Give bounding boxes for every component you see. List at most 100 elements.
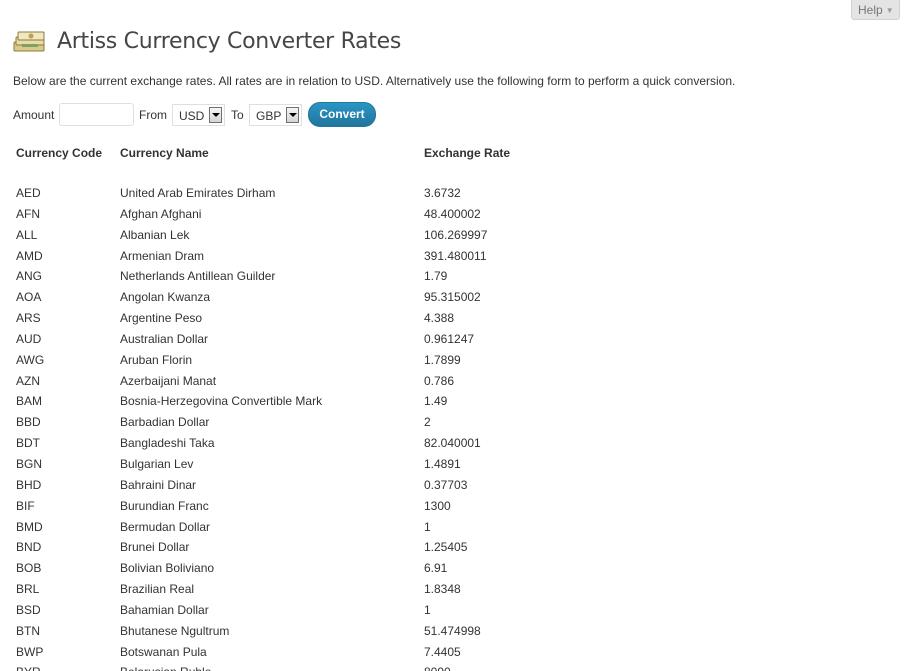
exchange-rate-cell: 1.25405 <box>424 540 468 555</box>
chevron-down-icon: ▼ <box>885 6 894 15</box>
currency-name-cell: Bulgarian Lev <box>120 456 194 471</box>
exchange-rate-cell: 1 <box>424 602 431 617</box>
table-row: AED United Arab Emirates Dirham 3.6732 <box>0 184 906 205</box>
currency-name-cell: Bermudan Dollar <box>120 519 211 534</box>
intro-text: Below are the current exchange rates. Al… <box>13 74 736 88</box>
currency-code-cell: BYR <box>16 664 41 671</box>
table-row: BSD Bahamian Dollar 1 <box>0 601 906 622</box>
currency-code-cell: AFN <box>16 206 40 221</box>
currency-name-cell: Brazilian Real <box>120 582 195 597</box>
exchange-rate-cell: 3.6732 <box>424 186 461 200</box>
amount-label: Amount <box>13 108 55 122</box>
table-row: ALL Albanian Lek 106.269997 <box>0 226 906 247</box>
exchange-rate-cell: 0.786 <box>424 373 455 388</box>
currency-code-cell: ANG <box>16 269 43 284</box>
currency-name-cell: Botswanan Pula <box>120 644 207 659</box>
from-currency-value: USD <box>179 109 205 123</box>
currency-code-cell: AED <box>16 186 41 200</box>
table-row: BND Brunei Dollar 1.25405 <box>0 538 906 559</box>
currency-name-cell: Argentine Peso <box>120 311 203 326</box>
exchange-rate-cell: 0.37703 <box>424 477 468 492</box>
currency-name-cell: Barbadian Dollar <box>120 415 210 430</box>
table-row: AFN Afghan Afghani 48.400002 <box>0 205 906 226</box>
column-header-code: Currency Code <box>16 146 103 160</box>
currency-name-cell: Belarusian Ruble <box>120 664 211 671</box>
currency-code-cell: BIF <box>16 498 35 513</box>
table-row: BOB Bolivian Boliviano 6.91 <box>0 559 906 580</box>
currency-code-cell: BHD <box>16 477 42 492</box>
to-currency-select[interactable]: GBP <box>249 104 302 126</box>
currency-name-cell: Armenian Dram <box>120 248 205 263</box>
currency-name-cell: Bhutanese Ngultrum <box>120 623 230 638</box>
table-row: ANG Netherlands Antillean Guilder 1.79 <box>0 267 906 288</box>
money-icon <box>13 31 45 52</box>
currency-code-cell: BWP <box>16 644 44 659</box>
table-row: BMD Bermudan Dollar 1 <box>0 518 906 539</box>
currency-code-cell: ARS <box>16 311 41 326</box>
page-title: Artiss Currency Converter Rates <box>57 29 402 54</box>
currency-name-cell: Brunei Dollar <box>120 540 190 555</box>
currency-name-cell: Bahraini Dinar <box>120 477 197 492</box>
currency-name-cell: Albanian Lek <box>120 227 190 242</box>
table-row: AWG Aruban Florin 1.7899 <box>0 351 906 372</box>
table-row: BGN Bulgarian Lev 1.4891 <box>0 455 906 476</box>
exchange-rate-cell: 1300 <box>424 498 451 513</box>
table-row: AOA Angolan Kwanza 95.315002 <box>0 288 906 309</box>
chevron-down-icon <box>209 107 222 123</box>
currency-code-cell: BOB <box>16 561 42 576</box>
table-row: BYR Belarusian Ruble 8090 <box>0 663 906 671</box>
chevron-down-icon <box>286 107 299 123</box>
help-tab[interactable]: Help ▼ <box>851 0 900 20</box>
currency-name-cell: United Arab Emirates Dirham <box>120 186 276 200</box>
from-label: From <box>139 108 167 122</box>
exchange-rate-cell: 1.4891 <box>424 456 461 471</box>
currency-code-cell: AOA <box>16 290 42 305</box>
exchange-rate-cell: 4.388 <box>424 311 455 326</box>
currency-code-cell: BSD <box>16 602 41 617</box>
exchange-rate-cell: 391.480011 <box>424 248 487 263</box>
currency-code-cell: BBD <box>16 415 41 430</box>
exchange-rate-cell: 106.269997 <box>424 227 488 242</box>
exchange-rate-cell: 2 <box>424 415 431 430</box>
exchange-rate-cell: 51.474998 <box>424 623 481 638</box>
currency-code-cell: AUD <box>16 331 42 346</box>
amount-input[interactable] <box>59 103 134 126</box>
currency-name-cell: Azerbaijani Manat <box>120 373 217 388</box>
from-currency-select[interactable]: USD <box>172 104 225 126</box>
help-label: Help <box>858 3 883 17</box>
table-row: BRL Brazilian Real 1.8348 <box>0 580 906 601</box>
column-header-name: Currency Name <box>120 146 209 160</box>
currency-name-cell: Bangladeshi Taka <box>120 436 215 451</box>
exchange-rate-cell: 1.7899 <box>424 352 461 367</box>
table-row: ARS Argentine Peso 4.388 <box>0 309 906 330</box>
convert-button[interactable]: Convert <box>308 102 376 127</box>
table-row: BWP Botswanan Pula 7.4405 <box>0 643 906 664</box>
currency-name-cell: Aruban Florin <box>120 352 193 367</box>
currency-code-cell: BAM <box>16 394 43 409</box>
table-row: AUD Australian Dollar 0.961247 <box>0 330 906 351</box>
exchange-rate-cell: 82.040001 <box>424 436 481 451</box>
table-row: AMD Armenian Dram 391.480011 <box>0 247 906 268</box>
table-row: BBD Barbadian Dollar 2 <box>0 413 906 434</box>
exchange-rate-cell: 1.8348 <box>424 582 461 597</box>
exchange-rate-cell: 8090 <box>424 664 451 671</box>
currency-code-cell: BTN <box>16 623 40 638</box>
exchange-rate-cell: 95.315002 <box>424 290 481 305</box>
exchange-rate-cell: 48.400002 <box>424 206 481 221</box>
currency-code-cell: BRL <box>16 582 40 597</box>
table-row: AZN Azerbaijani Manat 0.786 <box>0 372 906 393</box>
currency-code-cell: BGN <box>16 456 43 471</box>
currency-code-cell: BND <box>16 540 42 555</box>
currency-name-cell: Bahamian Dollar <box>120 602 209 617</box>
table-row: BIF Burundian Franc 1300 <box>0 497 906 518</box>
currency-name-cell: Australian Dollar <box>120 331 209 346</box>
currency-name-cell: Afghan Afghani <box>120 206 202 221</box>
currency-code-cell: AZN <box>16 373 40 388</box>
to-label: To <box>231 108 244 122</box>
currency-name-cell: Bosnia-Herzegovina Convertible Mark <box>120 394 323 409</box>
currency-code-cell: BDT <box>16 436 40 451</box>
table-row: BTN Bhutanese Ngultrum 51.474998 <box>0 622 906 643</box>
column-header-rate: Exchange Rate <box>424 146 511 160</box>
to-currency-value: GBP <box>256 109 282 123</box>
exchange-rate-cell: 0.961247 <box>424 331 475 346</box>
